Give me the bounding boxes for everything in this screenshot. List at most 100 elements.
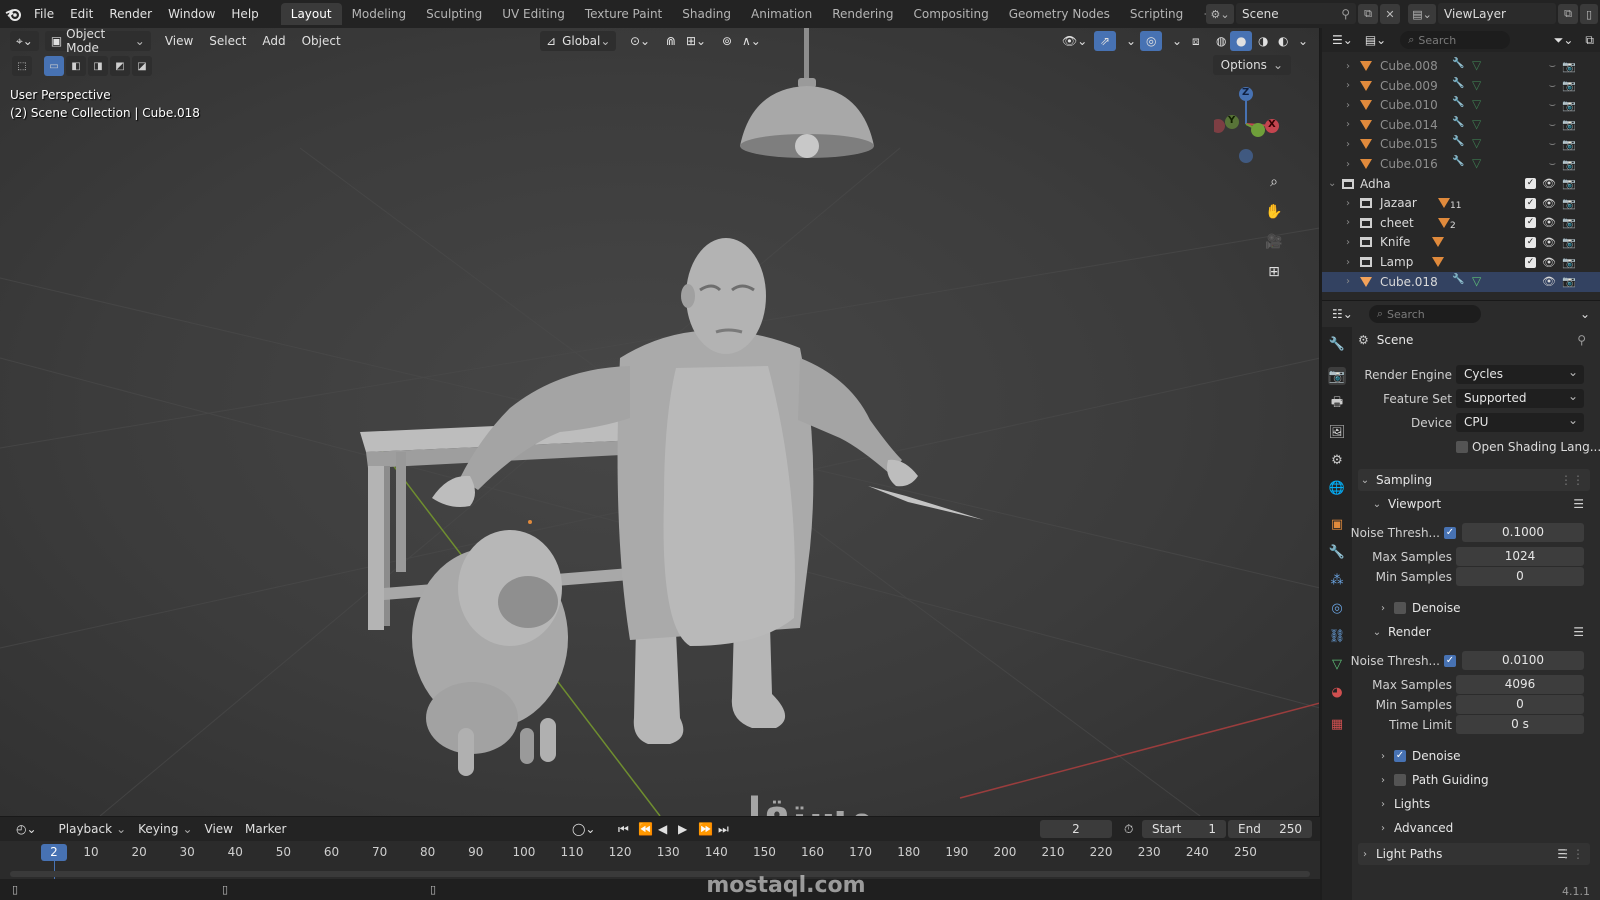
- shading-menu-button[interactable]: ⌄: [1292, 31, 1314, 51]
- tab-uv-editing[interactable]: UV Editing: [492, 3, 575, 25]
- marker-menu[interactable]: Marker: [239, 819, 292, 839]
- outliner-object-row[interactable]: › Lamp ✓ 👁 📷: [1322, 252, 1600, 272]
- pin-icon[interactable]: ⚲: [1341, 7, 1350, 21]
- pan-hand-icon[interactable]: ✋: [1262, 200, 1286, 224]
- menu-view[interactable]: View: [157, 34, 201, 48]
- modifier-icon[interactable]: 🔧: [1452, 58, 1464, 69]
- tab-scripting[interactable]: Scripting: [1120, 3, 1193, 25]
- view-layer-field[interactable]: ViewLayer: [1438, 3, 1556, 24]
- path-guiding-checkbox[interactable]: [1394, 774, 1406, 786]
- tab-modeling[interactable]: Modeling: [342, 3, 417, 25]
- modifier-icon[interactable]: 🔧: [1452, 136, 1464, 147]
- outliner-object-row[interactable]: › Cube.018 🔧 ▽ 👁 📷: [1322, 271, 1600, 292]
- editor-type-button[interactable]: ⌖⌄: [10, 31, 39, 51]
- new-view-layer-icon[interactable]: ⧉: [1558, 4, 1578, 24]
- chevron-right-icon[interactable]: ›: [1346, 139, 1350, 150]
- exclude-checkbox[interactable]: ✓: [1525, 236, 1536, 248]
- frame-ruler[interactable]: 2 10 20 30 40 50 60 70 80 90 100 110 120 130 140 150 16…: [0, 841, 1320, 863]
- outliner-object-row[interactable]: › Jazaar 11 ✓ 👁 📷: [1322, 193, 1600, 213]
- select-new-icon[interactable]: ▭: [44, 56, 64, 76]
- visibility-eye-icon[interactable]: 👁: [1542, 216, 1556, 229]
- playhead-frame-indicator[interactable]: 2: [41, 844, 67, 861]
- menu-object[interactable]: Object: [294, 34, 349, 48]
- child-objects-icon[interactable]: [1438, 217, 1450, 228]
- mesh-data-icon[interactable]: ▽: [1472, 58, 1481, 72]
- hidden-eye-icon[interactable]: ⌣: [1549, 137, 1556, 151]
- scene-selector-icon[interactable]: ⚙⌄: [1206, 4, 1234, 24]
- path-guiding-header[interactable]: › Path Guiding: [1376, 769, 1600, 791]
- snap-target-button[interactable]: ⊞⌄: [680, 31, 712, 51]
- render-camera-icon[interactable]: 📷: [1562, 177, 1576, 190]
- overlays-menu-button[interactable]: ⌄: [1166, 31, 1188, 51]
- chevron-right-icon[interactable]: ›: [1346, 257, 1350, 268]
- render-min-samples-field[interactable]: 0: [1456, 695, 1584, 714]
- visibility-eye-icon[interactable]: 👁: [1542, 236, 1556, 249]
- tab-texture-paint[interactable]: Texture Paint: [575, 3, 672, 25]
- chevron-right-icon[interactable]: ›: [1346, 276, 1350, 287]
- render-engine-dropdown[interactable]: Cycles: [1456, 363, 1584, 384]
- particles-tab-icon[interactable]: ⁂: [1328, 571, 1346, 589]
- data-tab-icon[interactable]: ▽: [1328, 655, 1346, 673]
- hidden-eye-icon[interactable]: ⌣: [1549, 79, 1556, 93]
- menu-help[interactable]: Help: [223, 0, 266, 28]
- menu-edit[interactable]: Edit: [62, 0, 101, 28]
- chevron-right-icon[interactable]: ›: [1346, 159, 1350, 170]
- viewport-noise-checkbox[interactable]: ✓: [1444, 527, 1456, 539]
- render-camera-icon[interactable]: 📷: [1562, 158, 1576, 171]
- viewport-noise-field[interactable]: 0.1000: [1462, 523, 1584, 542]
- camera-view-icon[interactable]: 🎥: [1262, 230, 1286, 254]
- modifiers-tab-icon[interactable]: 🔧: [1328, 543, 1346, 561]
- modifier-icon[interactable]: 🔧: [1452, 78, 1464, 89]
- play-icon[interactable]: ▶: [672, 819, 693, 839]
- viewport-max-samples-field[interactable]: 1024: [1456, 547, 1584, 566]
- perspective-toggle-icon[interactable]: ⊞: [1262, 260, 1286, 284]
- tab-rendering[interactable]: Rendering: [822, 3, 903, 25]
- outliner-object-row[interactable]: › cheet 2 ✓ 👁 📷: [1322, 213, 1600, 233]
- scene-tab-icon[interactable]: ⚙: [1328, 451, 1346, 469]
- presets-list-icon[interactable]: ☰: [1573, 497, 1584, 511]
- constraints-tab-icon[interactable]: ⛓: [1328, 627, 1346, 645]
- display-mode-icon[interactable]: ▤⌄: [1359, 30, 1392, 50]
- chevron-right-icon[interactable]: ›: [1346, 237, 1350, 248]
- 3d-viewport[interactable]: ⌖⌄ ▣ Object Mode ⌄ View Select Add Objec…: [0, 28, 1320, 816]
- hidden-eye-icon[interactable]: ⌣: [1549, 59, 1556, 73]
- menu-add[interactable]: Add: [254, 34, 293, 48]
- mesh-data-icon[interactable]: ▽: [1472, 274, 1481, 288]
- solid-shading-icon[interactable]: ●: [1230, 31, 1253, 51]
- end-frame-field[interactable]: End 250: [1228, 820, 1312, 838]
- device-dropdown[interactable]: CPU: [1456, 411, 1584, 432]
- playback-menu[interactable]: Playback ⌄: [53, 819, 133, 839]
- timeline-editor-type-icon[interactable]: ◴⌄: [10, 819, 43, 839]
- start-frame-field[interactable]: Start 1: [1142, 820, 1226, 838]
- mesh-data-icon[interactable]: ▽: [1472, 78, 1481, 92]
- render-camera-icon[interactable]: 📷: [1562, 256, 1576, 269]
- child-objects-icon[interactable]: [1432, 237, 1444, 248]
- auto-keying-icon[interactable]: ◯⌄: [566, 819, 601, 839]
- mesh-data-icon[interactable]: ▽: [1472, 117, 1481, 131]
- outliner-object-row[interactable]: › Cube.015 🔧 ▽ ⌣ 📷: [1322, 134, 1600, 154]
- overlays-toggle-icon[interactable]: ◎: [1140, 31, 1163, 51]
- visibility-eye-icon[interactable]: 👁: [1542, 197, 1556, 210]
- visibility-icon[interactable]: 👁⌄: [1056, 31, 1093, 51]
- render-camera-icon[interactable]: 📷: [1562, 60, 1576, 73]
- exclude-checkbox[interactable]: ✓: [1525, 197, 1536, 209]
- modifier-icon[interactable]: 🔧: [1452, 97, 1464, 108]
- chevron-right-icon[interactable]: ›: [1346, 61, 1350, 72]
- delete-view-layer-icon[interactable]: ▯: [1580, 4, 1598, 24]
- sampling-section-header[interactable]: ⌄ Sampling ⋮⋮: [1358, 469, 1590, 491]
- properties-search-input[interactable]: ⌕ Search: [1368, 305, 1481, 323]
- render-denoise-checkbox[interactable]: ✓: [1394, 750, 1406, 762]
- feature-set-dropdown[interactable]: Supported: [1456, 387, 1584, 408]
- scene-name-field[interactable]: Scene ⚲: [1236, 3, 1356, 24]
- keying-menu[interactable]: Keying ⌄: [132, 819, 198, 839]
- view-layer-selector-icon[interactable]: ▤⌄: [1408, 4, 1436, 24]
- select-intersect-icon[interactable]: ◪: [132, 56, 152, 76]
- timeline-scrollbar[interactable]: [10, 871, 1310, 877]
- tab-compositing[interactable]: Compositing: [903, 3, 998, 25]
- mesh-data-icon[interactable]: ▽: [1472, 136, 1481, 150]
- select-extend-icon[interactable]: ◧: [66, 56, 86, 76]
- child-objects-icon[interactable]: [1432, 257, 1444, 267]
- menu-file[interactable]: File: [26, 0, 62, 28]
- chevron-right-icon[interactable]: ›: [1346, 217, 1350, 228]
- render-max-samples-field[interactable]: 4096: [1456, 675, 1584, 694]
